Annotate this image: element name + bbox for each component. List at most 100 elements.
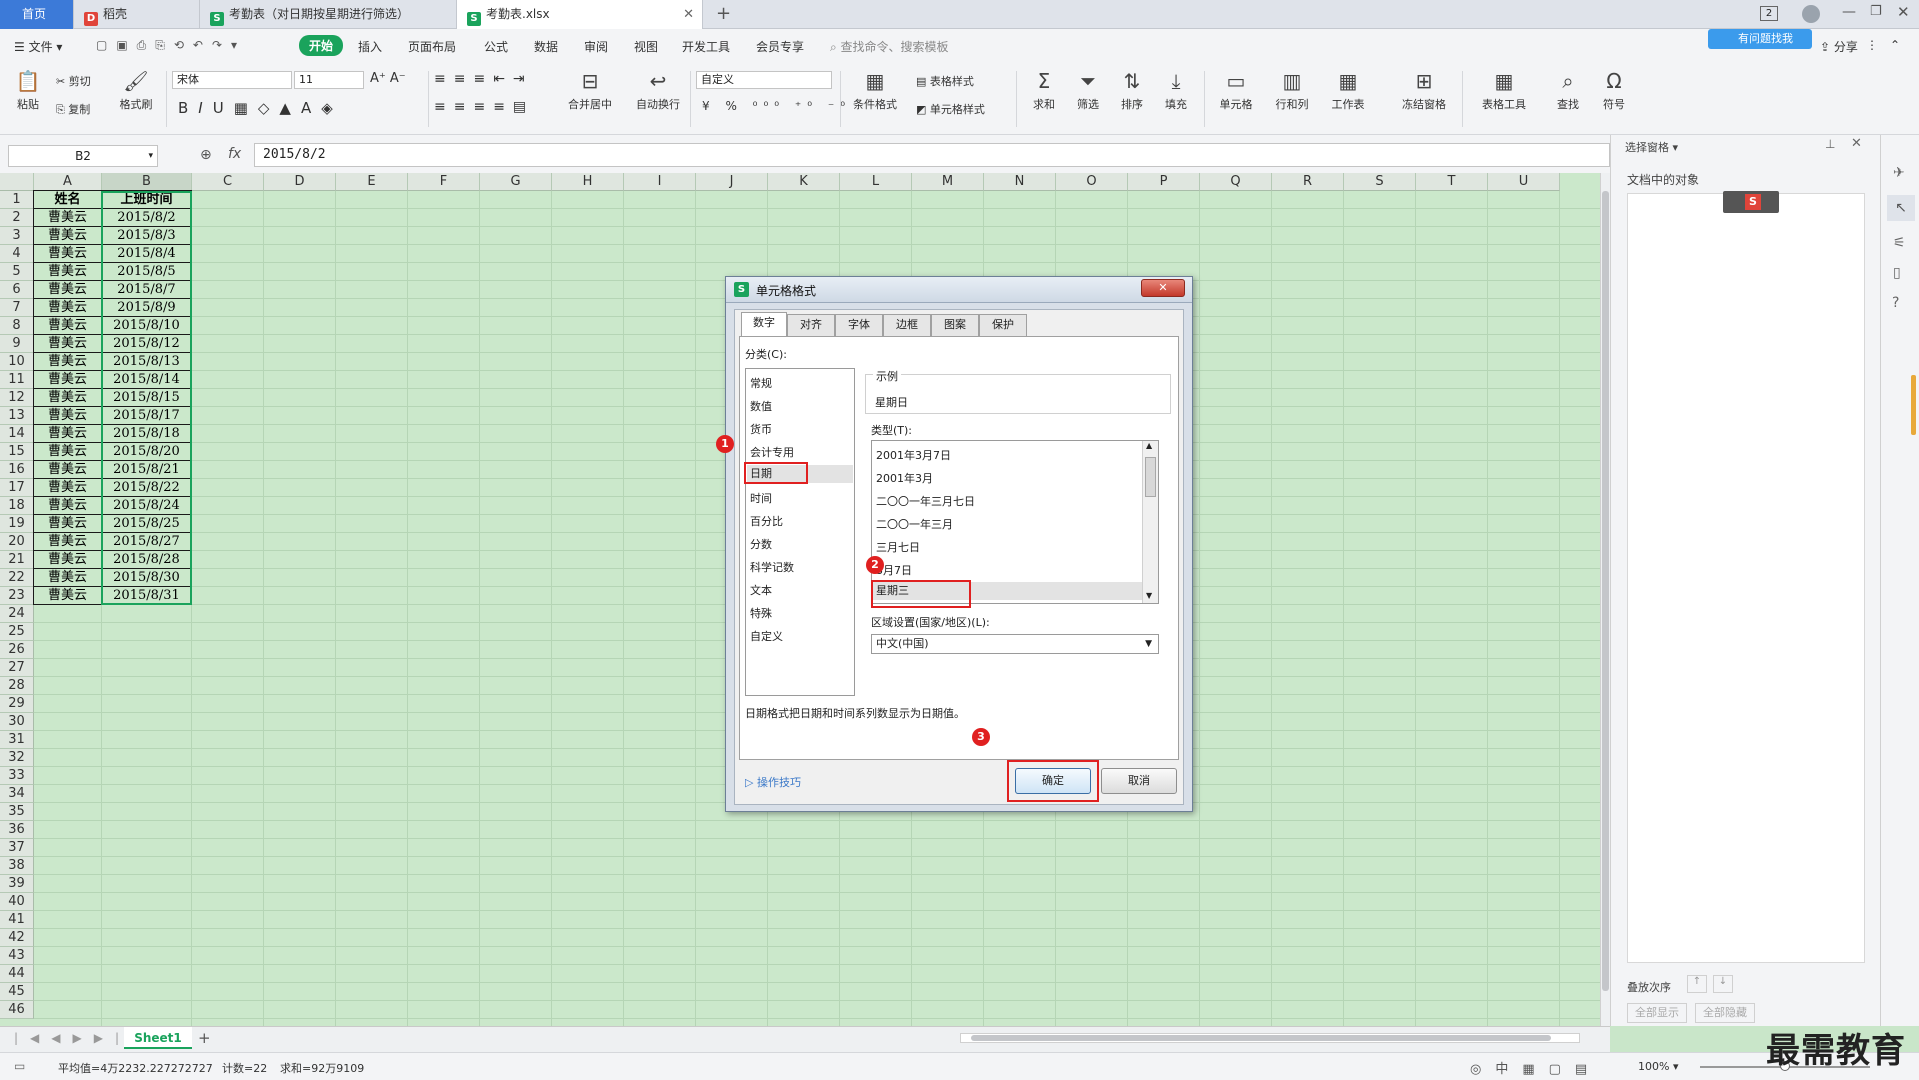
category-item[interactable]: 科学记数 (750, 559, 794, 575)
date-cell[interactable]: 2015/8/12 (102, 335, 192, 353)
number-format-icons[interactable]: ¥ % ⁰⁰⁰ ⁺⁰ ⁻⁰ (702, 99, 851, 113)
row-header[interactable]: 38 (0, 857, 34, 875)
row-header[interactable]: 23 (0, 587, 34, 605)
name-cell[interactable]: 曹美云 (34, 407, 102, 425)
scroll-down-icon[interactable]: ▼ (1146, 591, 1152, 600)
share-button[interactable]: ⇪ 分享 (1820, 38, 1858, 55)
row-header[interactable]: 7 (0, 299, 34, 317)
row-header[interactable]: 10 (0, 353, 34, 371)
name-cell[interactable]: 曹美云 (34, 479, 102, 497)
row-header[interactable]: 43 (0, 947, 34, 965)
header-cell-name[interactable]: 姓名 (34, 191, 102, 209)
row-header[interactable]: 26 (0, 641, 34, 659)
align-top-icons[interactable]: ≡≡≡⇤⇥ (434, 71, 533, 87)
close-tab-icon[interactable]: ✕ (683, 0, 694, 29)
pin-icon[interactable]: ⊥ (1825, 137, 1835, 151)
name-cell[interactable]: 曹美云 (34, 353, 102, 371)
cut-button[interactable]: ✂ 剪切 (56, 73, 91, 89)
new-tab-button[interactable]: + (716, 3, 731, 24)
close-window-icon[interactable]: ✕ (1897, 3, 1910, 21)
move-up-button[interactable]: ↑ (1687, 975, 1707, 993)
name-cell[interactable]: 曹美云 (34, 227, 102, 245)
name-cell[interactable]: 曹美云 (34, 551, 102, 569)
h-scroll-thumb[interactable] (971, 1035, 1551, 1041)
type-item[interactable]: 二〇〇一年三月 (876, 516, 953, 532)
row-header[interactable]: 28 (0, 677, 34, 695)
row-header[interactable]: 20 (0, 533, 34, 551)
date-cell[interactable]: 2015/8/18 (102, 425, 192, 443)
merge-center-button[interactable]: ⊟ 合并居中 (560, 69, 620, 112)
type-item[interactable]: 2001年3月 (876, 470, 933, 486)
selection-pane-title[interactable]: 选择窗格 ▾ (1625, 139, 1678, 155)
name-cell[interactable]: 曹美云 (34, 281, 102, 299)
row-header[interactable]: 2 (0, 209, 34, 227)
column-header[interactable]: N (984, 173, 1056, 191)
column-header[interactable]: L (840, 173, 912, 191)
date-cell[interactable]: 2015/8/5 (102, 263, 192, 281)
name-cell[interactable]: 曹美云 (34, 209, 102, 227)
show-all-button[interactable]: 全部显示 (1627, 1003, 1687, 1023)
font-style-icons[interactable]: BIU▦◇▲A◈ (178, 99, 343, 117)
horizontal-scrollbar[interactable] (960, 1033, 1580, 1043)
column-header[interactable]: O (1056, 173, 1128, 191)
sliders-icon[interactable]: ⚟ (1893, 235, 1906, 251)
date-cell[interactable]: 2015/8/13 (102, 353, 192, 371)
row-header[interactable]: 39 (0, 875, 34, 893)
category-item[interactable]: 文本 (750, 582, 772, 598)
name-cell[interactable]: 曹美云 (34, 263, 102, 281)
type-item[interactable]: 三月七日 (876, 539, 920, 555)
row-header[interactable]: 35 (0, 803, 34, 821)
format-painter-button[interactable]: 🖌 格式刷 (116, 69, 156, 112)
column-header[interactable]: U (1488, 173, 1560, 191)
document-icon[interactable]: ▯ (1893, 265, 1901, 281)
align-bottom-icons[interactable]: ≡≡≡≡▤ (434, 99, 534, 115)
category-item[interactable]: 数值 (750, 398, 772, 414)
row-header[interactable]: 30 (0, 713, 34, 731)
name-cell[interactable]: 曹美云 (34, 371, 102, 389)
row-header[interactable]: 37 (0, 839, 34, 857)
name-cell[interactable]: 曹美云 (34, 461, 102, 479)
row-header[interactable]: 40 (0, 893, 34, 911)
menu-developer[interactable]: 开发工具 (682, 38, 730, 55)
date-cell[interactable]: 2015/8/10 (102, 317, 192, 335)
column-header[interactable]: S (1344, 173, 1416, 191)
name-cell[interactable]: 曹美云 (34, 569, 102, 587)
tips-link[interactable]: ▷ 操作技巧 (745, 774, 801, 790)
sum-button[interactable]: Σ 求和 (1026, 69, 1062, 112)
category-item[interactable]: 会计专用 (750, 444, 794, 460)
minimize-icon[interactable]: — (1842, 4, 1856, 20)
type-list-scrollbar[interactable]: ▲ ▼ (1142, 441, 1158, 603)
column-header[interactable]: B (102, 173, 192, 191)
row-header[interactable]: 13 (0, 407, 34, 425)
category-list[interactable]: 常规 数值 货币 会计专用 日期 时间 百分比 分数 科学记数 文本 特殊 自定… (745, 368, 855, 696)
table-style-button[interactable]: ▤ 表格样式 (916, 73, 974, 89)
number-format-select[interactable]: 自定义 (696, 71, 832, 89)
date-cell[interactable]: 2015/8/15 (102, 389, 192, 407)
column-header[interactable]: C (192, 173, 264, 191)
zoom-formula-icon[interactable]: ⊕ (200, 147, 212, 163)
column-header[interactable]: P (1128, 173, 1200, 191)
row-header[interactable]: 12 (0, 389, 34, 407)
category-item[interactable]: 时间 (750, 490, 772, 506)
rocket-icon[interactable]: ✈ (1893, 165, 1905, 181)
name-cell[interactable]: 曹美云 (34, 587, 102, 605)
view-mode-icons[interactable]: ◎中▦▢▤ (1470, 1058, 1601, 1077)
column-header[interactable]: R (1272, 173, 1344, 191)
menu-data[interactable]: 数据 (534, 38, 558, 55)
conditional-format-button[interactable]: ▦ 条件格式 (848, 69, 902, 112)
date-cell[interactable]: 2015/8/3 (102, 227, 192, 245)
name-cell[interactable]: 曹美云 (34, 389, 102, 407)
row-header[interactable]: 34 (0, 785, 34, 803)
row-header[interactable]: 22 (0, 569, 34, 587)
column-header[interactable]: T (1416, 173, 1488, 191)
column-header[interactable]: M (912, 173, 984, 191)
category-item[interactable]: 自定义 (750, 628, 783, 644)
type-item[interactable]: 二〇〇一年三月七日 (876, 493, 975, 509)
tab-doc-active[interactable]: S 考勤表.xlsx ✕ (457, 0, 703, 29)
column-header[interactable]: H (552, 173, 624, 191)
row-header[interactable]: 4 (0, 245, 34, 263)
close-pane-icon[interactable]: ✕ (1851, 136, 1862, 151)
name-cell[interactable]: 曹美云 (34, 533, 102, 551)
date-cell[interactable]: 2015/8/2 (102, 209, 192, 227)
filter-button[interactable]: ⏷ 筛选 (1070, 69, 1106, 112)
